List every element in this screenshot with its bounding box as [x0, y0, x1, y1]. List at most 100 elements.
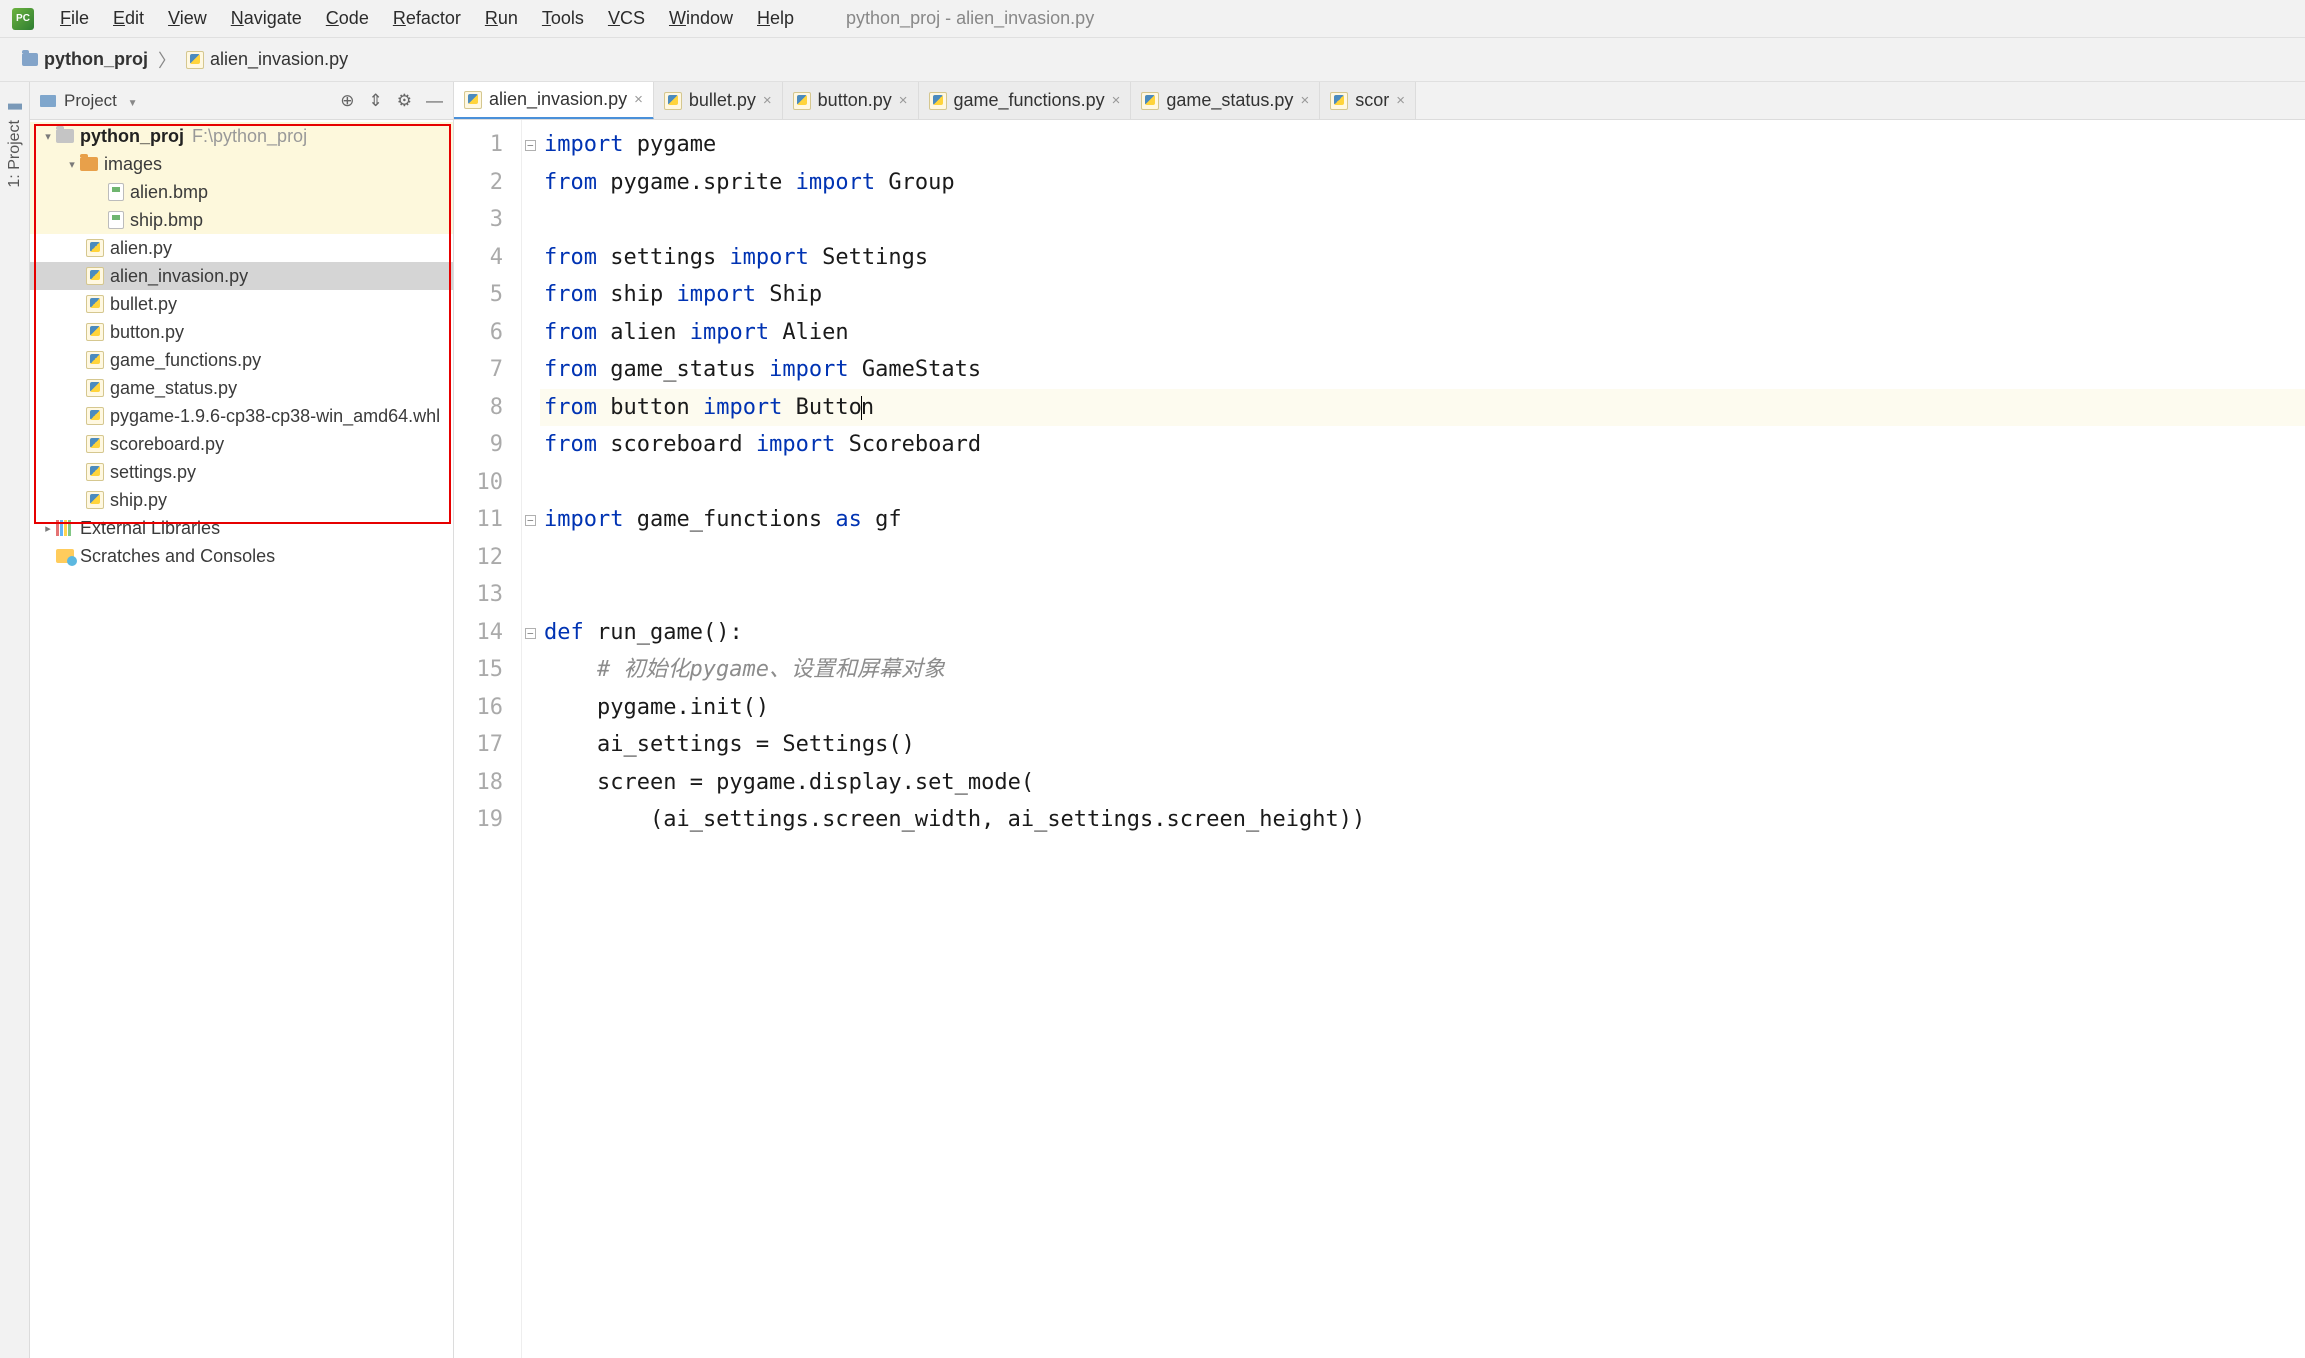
line-number[interactable]: 12	[454, 539, 503, 577]
tree-file[interactable]: game_functions.py	[30, 346, 453, 374]
locate-icon[interactable]: ⊕	[340, 91, 354, 111]
chevron-down-icon[interactable]: ▾	[40, 130, 56, 143]
gear-icon[interactable]: ⚙	[397, 91, 412, 111]
tree-folder-images[interactable]: ▾ images	[30, 150, 453, 178]
tree-file[interactable]: alien.py	[30, 234, 453, 262]
menu-code[interactable]: Code	[314, 4, 381, 33]
tree-file[interactable]: scoreboard.py	[30, 430, 453, 458]
editor-tab[interactable]: scor×	[1320, 82, 1416, 119]
tree-file[interactable]: bullet.py	[30, 290, 453, 318]
line-number[interactable]: 19	[454, 801, 503, 839]
line-number[interactable]: 14	[454, 614, 503, 652]
tree-file[interactable]: game_status.py	[30, 374, 453, 402]
line-number[interactable]: 11	[454, 501, 503, 539]
tree-file[interactable]: pygame-1.9.6-cp38-cp38-win_amd64.whl	[30, 402, 453, 430]
code-line[interactable]: ai_settings = Settings()	[540, 726, 2305, 764]
code-line[interactable]: pygame.init()	[540, 689, 2305, 727]
menu-tools[interactable]: Tools	[530, 4, 596, 33]
menu-edit[interactable]: Edit	[101, 4, 156, 33]
menu-vcs[interactable]: VCS	[596, 4, 657, 33]
line-number[interactable]: 16	[454, 689, 503, 727]
editor-body[interactable]: 12345678910111213141516171819 import pyg…	[454, 120, 2305, 1358]
code-line[interactable]	[540, 539, 2305, 577]
line-number[interactable]: 1	[454, 126, 503, 164]
code-line[interactable]: from alien import Alien	[540, 314, 2305, 352]
breadcrumb-file[interactable]: alien_invasion.py	[180, 49, 354, 70]
tree-file[interactable]: button.py	[30, 318, 453, 346]
editor-tab[interactable]: alien_invasion.py×	[454, 82, 654, 120]
editor-tab[interactable]: game_functions.py×	[919, 82, 1132, 119]
menu-navigate[interactable]: Navigate	[219, 4, 314, 33]
tree-file[interactable]: ship.bmp	[30, 206, 453, 234]
code-line[interactable]: from button import Button	[540, 389, 2305, 427]
fold-toggle-icon[interactable]	[522, 501, 540, 539]
fold-spacer	[522, 314, 540, 352]
tree-scratches[interactable]: Scratches and Consoles	[30, 542, 453, 570]
close-icon[interactable]: ×	[763, 92, 772, 109]
line-number[interactable]: 2	[454, 164, 503, 202]
line-number[interactable]: 15	[454, 651, 503, 689]
menu-help[interactable]: Help	[745, 4, 806, 33]
line-number[interactable]: 8	[454, 389, 503, 427]
menu-view[interactable]: View	[156, 4, 219, 33]
collapse-icon[interactable]: ⇕	[369, 91, 383, 111]
tree-file[interactable]: settings.py	[30, 458, 453, 486]
code-line[interactable]: (ai_settings.screen_width, ai_settings.s…	[540, 801, 2305, 839]
menu-refactor[interactable]: Refactor	[381, 4, 473, 33]
code-line[interactable]: from settings import Settings	[540, 239, 2305, 277]
fold-toggle-icon[interactable]	[522, 126, 540, 164]
tree-root[interactable]: ▾ python_proj F:\python_proj	[30, 122, 453, 150]
line-number[interactable]: 5	[454, 276, 503, 314]
tree-file[interactable]: ship.py	[30, 486, 453, 514]
hide-icon[interactable]: —	[426, 91, 443, 111]
line-number[interactable]: 7	[454, 351, 503, 389]
code-line[interactable]: # 初始化pygame、设置和屏幕对象	[540, 651, 2305, 689]
line-number[interactable]: 6	[454, 314, 503, 352]
close-icon[interactable]: ×	[1112, 92, 1121, 109]
code-line[interactable]	[540, 201, 2305, 239]
chevron-right-icon[interactable]: ▸	[40, 522, 56, 535]
line-number[interactable]: 13	[454, 576, 503, 614]
code-line[interactable]: from ship import Ship	[540, 276, 2305, 314]
code-line[interactable]: from game_status import GameStats	[540, 351, 2305, 389]
line-number[interactable]: 18	[454, 764, 503, 802]
menu-run[interactable]: Run	[473, 4, 530, 33]
editor-tab[interactable]: button.py×	[783, 82, 919, 119]
project-tree[interactable]: ▾ python_proj F:\python_proj ▾ images al…	[30, 120, 453, 1358]
tree-file[interactable]: alien_invasion.py	[30, 262, 453, 290]
fold-column[interactable]	[522, 120, 540, 1358]
breadcrumb-project[interactable]: python_proj	[16, 49, 154, 70]
dropdown-arrow-icon: ▼	[128, 98, 138, 109]
line-number[interactable]: 10	[454, 464, 503, 502]
code-line[interactable]	[540, 576, 2305, 614]
line-number[interactable]: 9	[454, 426, 503, 464]
project-header-label[interactable]: Project ▼	[64, 91, 340, 111]
project-tool-tab[interactable]: 1: Project	[2, 90, 28, 198]
close-icon[interactable]: ×	[634, 91, 643, 108]
code-line[interactable]: import game_functions as gf	[540, 501, 2305, 539]
code-content[interactable]: import pygamefrom pygame.sprite import G…	[540, 120, 2305, 1358]
code-line[interactable]	[540, 464, 2305, 502]
python-file-icon	[86, 491, 104, 509]
code-line[interactable]: def run_game():	[540, 614, 2305, 652]
tree-file[interactable]: alien.bmp	[30, 178, 453, 206]
chevron-down-icon[interactable]: ▾	[64, 158, 80, 171]
line-number[interactable]: 3	[454, 201, 503, 239]
fold-toggle-icon[interactable]	[522, 614, 540, 652]
close-icon[interactable]: ×	[1396, 92, 1405, 109]
tree-external-libs[interactable]: ▸ External Libraries	[30, 514, 453, 542]
close-icon[interactable]: ×	[899, 92, 908, 109]
code-line[interactable]: screen = pygame.display.set_mode(	[540, 764, 2305, 802]
close-icon[interactable]: ×	[1300, 92, 1309, 109]
menu-file[interactable]: File	[48, 4, 101, 33]
code-line[interactable]: import pygame	[540, 126, 2305, 164]
editor-tab[interactable]: game_status.py×	[1131, 82, 1320, 119]
code-line[interactable]: from pygame.sprite import Group	[540, 164, 2305, 202]
code-line[interactable]: from scoreboard import Scoreboard	[540, 426, 2305, 464]
menu-window[interactable]: Window	[657, 4, 745, 33]
menu-bar: PC FileEditViewNavigateCodeRefactorRunTo…	[0, 0, 2305, 38]
editor-tab[interactable]: bullet.py×	[654, 82, 783, 119]
line-number[interactable]: 4	[454, 239, 503, 277]
line-gutter[interactable]: 12345678910111213141516171819	[454, 120, 522, 1358]
line-number[interactable]: 17	[454, 726, 503, 764]
